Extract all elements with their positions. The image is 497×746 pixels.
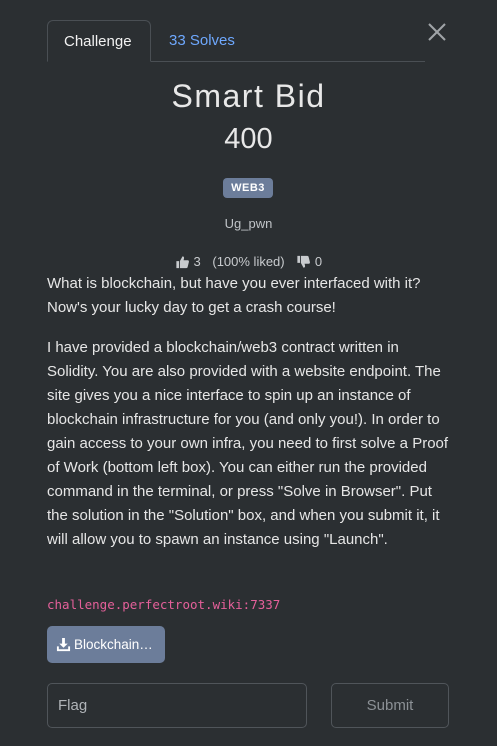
download-file-button[interactable]: Blockchain… (47, 626, 165, 663)
dislikes-count: 0 (314, 254, 323, 270)
download-file-label: Blockchain… (74, 637, 153, 652)
tab-solves[interactable]: 33 Solves (153, 20, 251, 61)
challenge-author: Ug_pwn (224, 216, 273, 231)
likes-count: 3 (193, 254, 201, 270)
vote-summary: 3 (100% liked) 0 (0, 253, 497, 269)
challenge-description: What is blockchain, but have you ever in… (47, 272, 452, 568)
tab-bar: Challenge 33 Solves (47, 20, 425, 62)
liked-percentage: (100% liked) (212, 254, 285, 270)
challenge-title: Smart Bid (171, 78, 326, 114)
download-icon (56, 637, 71, 652)
thumbs-up-icon[interactable] (175, 255, 190, 269)
challenge-endpoint: challenge.perfectroot.wiki:7337 (47, 597, 281, 612)
thumbs-down-icon[interactable] (296, 255, 311, 269)
tab-challenge[interactable]: Challenge (47, 20, 151, 62)
description-paragraph: I have provided a blockchain/web3 contra… (47, 339, 449, 548)
submit-button[interactable]: Submit (331, 683, 449, 728)
close-icon (428, 23, 446, 41)
description-paragraph: What is blockchain, but have you ever in… (47, 275, 421, 316)
close-button[interactable] (423, 18, 451, 46)
challenge-points: 400 (224, 123, 273, 155)
flag-input[interactable] (47, 683, 307, 728)
category-badge: WEB3 (223, 178, 273, 198)
